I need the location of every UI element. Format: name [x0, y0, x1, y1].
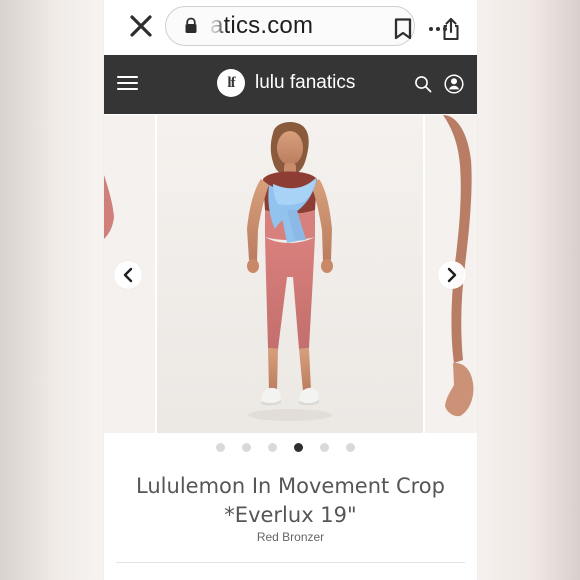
more-icon — [429, 27, 447, 31]
brand-link[interactable]: lf lulu fanatics — [217, 69, 355, 97]
carousel-next-button[interactable] — [438, 261, 466, 289]
carousel-pagination[interactable] — [216, 442, 362, 454]
search-button[interactable] — [414, 75, 432, 93]
chevron-left-icon — [123, 267, 133, 283]
menu-icon[interactable] — [117, 75, 138, 91]
product-title: Lululemon In Movement Crop *Everlux 19" — [104, 472, 477, 530]
carousel-dot[interactable] — [320, 443, 329, 452]
carousel-dot[interactable] — [346, 443, 355, 452]
account-icon — [444, 74, 464, 94]
carousel-dot[interactable] — [268, 443, 277, 452]
menu-line — [117, 88, 138, 90]
product-color: Red Bronzer — [256, 530, 325, 544]
more-button[interactable] — [428, 18, 448, 31]
menu-line — [117, 82, 138, 84]
address-bar[interactable]: atics.com — [165, 6, 459, 46]
bookmark-button[interactable] — [392, 17, 414, 41]
close-button[interactable] — [126, 11, 156, 41]
account-button[interactable] — [444, 74, 464, 94]
close-icon — [130, 15, 152, 37]
carousel-previous-button[interactable] — [114, 261, 142, 289]
model-photo — [157, 115, 423, 433]
main-product-image[interactable] — [157, 115, 423, 433]
carousel-dot[interactable] — [216, 443, 225, 452]
product-carousel[interactable] — [104, 115, 477, 433]
chevron-right-icon — [447, 267, 457, 283]
search-icon — [415, 76, 432, 93]
address-text: atics.com — [210, 12, 314, 39]
lock-icon — [184, 17, 198, 35]
site-header: lf lulu fanatics — [104, 55, 477, 114]
mobile-page: atics.com lf lulu fanatics Lululemon In … — [104, 0, 477, 580]
brand-name: lulu fanatics — [255, 72, 356, 93]
bookmark-icon — [394, 18, 412, 40]
section-divider — [116, 562, 465, 563]
carousel-dot[interactable] — [242, 443, 251, 452]
brand-logo: lf — [217, 69, 245, 97]
menu-line — [117, 76, 138, 78]
carousel-dot[interactable] — [294, 443, 303, 452]
product-title-line-2: *Everlux 19" — [224, 503, 357, 527]
browser-toolbar: atics.com — [104, 0, 477, 54]
product-title-line-1: Lululemon In Movement Crop — [136, 474, 445, 498]
